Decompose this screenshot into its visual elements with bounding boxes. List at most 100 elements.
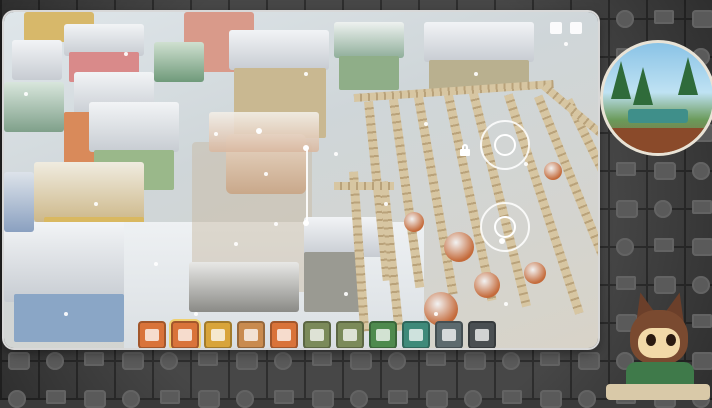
tile-pattern-icon [426,352,446,366]
tile-pattern-icon [654,200,672,218]
tile-pattern-icon [122,352,144,370]
tile-pattern-icon [8,390,26,408]
snowflake [424,122,428,126]
webcam-floor [603,128,712,153]
top-right-icons [550,22,582,34]
window-frame-icon[interactable] [204,321,232,348]
tile-pattern-icon [578,390,596,408]
house-glyph [145,329,159,341]
roof [424,22,534,62]
tile-pattern-icon [122,390,140,408]
tile-pattern-icon [84,352,104,366]
wall-green [339,56,399,90]
tile-pattern-icon [388,352,406,370]
snowflake [274,222,278,226]
tile-pattern-icon [502,390,522,404]
paint-palette-glyph [244,329,258,341]
roof [4,82,64,132]
tile-pattern-icon [198,352,218,366]
tile-pattern-icon [464,352,486,370]
height-handle-top[interactable] [303,145,309,151]
camera-glyph [442,329,456,341]
rotate-ring-icon[interactable] [480,120,530,170]
webcam-tree [611,61,631,99]
tile-pattern-icon [654,10,674,24]
tile-pattern-icon [692,162,710,180]
path-glyph [178,329,192,341]
height-handle-bottom[interactable] [303,220,309,226]
settings-ring-icon[interactable] [468,321,496,348]
scale-ring-icon[interactable] [480,202,530,252]
flower-icon[interactable] [336,321,364,348]
tile-pattern-icon [616,200,638,218]
wall-blue [14,294,124,342]
roof [12,40,62,80]
tile-pattern-icon [578,352,600,370]
mascot-eye [646,334,656,346]
tile-pattern-icon [464,390,482,408]
tile-pattern-icon [350,352,372,370]
roof [4,222,134,302]
roof [4,172,34,232]
lock-icon[interactable] [460,144,470,156]
roof [34,162,144,222]
flag-glyph [310,329,324,341]
tree-icon[interactable] [369,321,397,348]
mascot-eye [666,334,676,346]
snowflake [474,72,478,76]
tile-pattern-icon [8,352,30,370]
roof [89,102,179,152]
snowy-bush [404,212,424,232]
flag-icon[interactable] [303,321,331,348]
snowflake [264,172,268,176]
webcam-bench [628,109,688,123]
tile-pattern-icon [160,390,180,404]
tile-pattern-icon [274,352,292,370]
tile-pattern-icon [236,352,258,370]
tile-pattern-icon [274,390,294,404]
roof-brush-icon[interactable] [270,321,298,348]
height-guide-line [306,148,308,224]
tile-pattern-icon [616,238,634,256]
snowflake [504,302,508,306]
tile-pattern-icon [692,238,712,256]
roof [304,217,384,257]
camera-icon[interactable] [435,321,463,348]
snowflake [334,152,338,156]
water-drop-glyph [409,329,423,341]
tile-pattern-icon [388,390,408,404]
game-viewport[interactable] [4,12,598,348]
path-icon[interactable] [171,321,199,348]
tile-pattern-icon [350,390,368,408]
house-icon[interactable] [138,321,166,348]
tile-pattern-icon [312,352,332,366]
roof [189,262,299,312]
anchor-handle[interactable] [256,128,262,134]
snowy-bush [444,232,474,262]
snowflake [564,42,568,46]
snowy-bush [544,162,562,180]
tile-pattern-icon [616,162,636,176]
settings-ring-glyph [475,329,489,341]
snowflake [24,92,28,96]
snowflake [194,312,198,316]
snowflake [434,312,438,316]
webcam-tree [633,67,653,105]
book-icon[interactable] [550,22,562,34]
snowflake [524,162,528,166]
water-drop-icon[interactable] [402,321,430,348]
paint-palette-icon[interactable] [237,321,265,348]
tile-pattern-icon [616,276,636,290]
scaffold-beam [334,182,394,190]
tile-pattern-icon [692,200,712,214]
snowflake [154,262,158,266]
tile-pattern-icon [654,162,676,180]
tree-glyph [376,329,390,341]
tile-pattern-icon [312,390,334,408]
tile-pattern-icon [616,10,634,28]
ring-handle[interactable] [499,238,505,244]
tile-pattern-icon [426,390,448,408]
roof [229,30,329,70]
cat-mascot-avatar [606,289,710,400]
gear-icon[interactable] [570,22,582,34]
